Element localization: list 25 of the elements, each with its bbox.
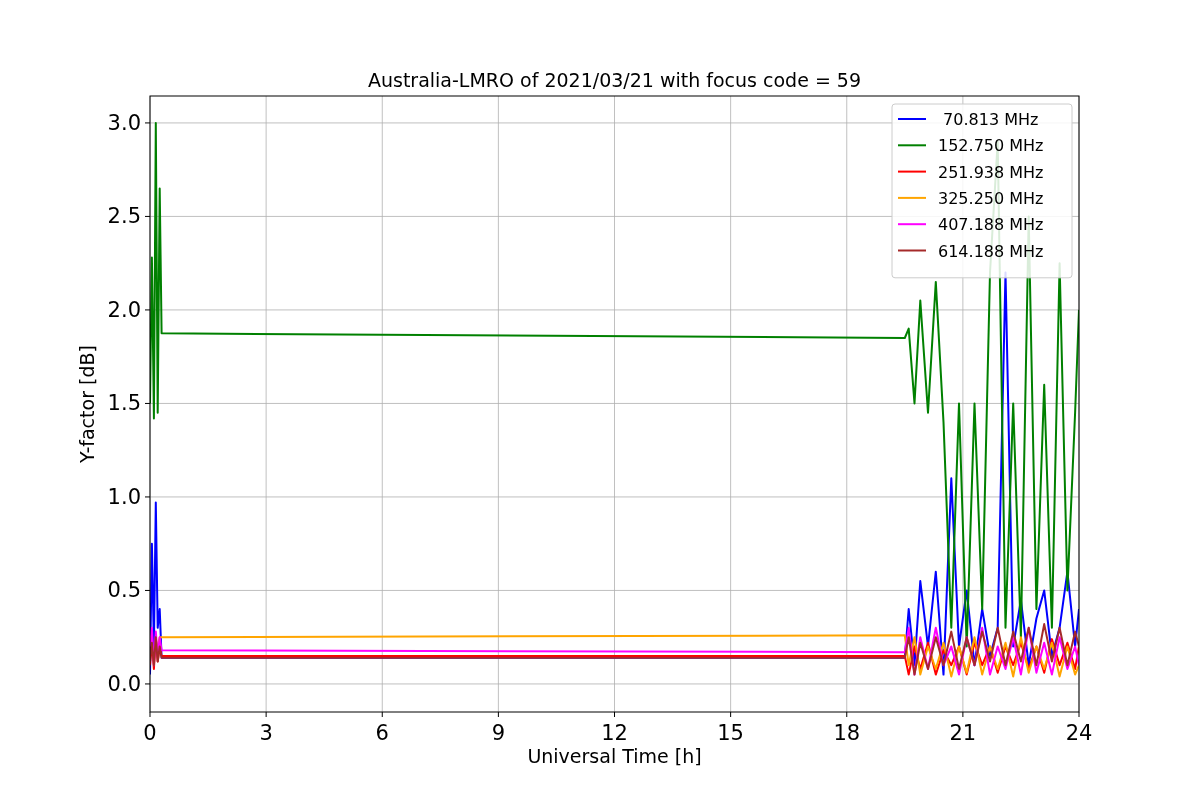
tick-label: 0: [143, 721, 157, 745]
legend-label: 407.188 MHz: [938, 215, 1044, 235]
tick-label: 24: [1065, 721, 1093, 745]
tick-label: 1.0: [107, 484, 141, 509]
legend-label: 70.813 MHz: [943, 110, 1039, 129]
tick-label: 1.5: [107, 391, 141, 416]
chart-title: Australia-LMRO of 2021/03/21 with focus code = 59: [367, 69, 862, 91]
tick-label: 15: [717, 721, 744, 745]
tick-label: 2.5: [107, 204, 141, 229]
tick-label: 3: [259, 721, 273, 745]
tick-label: 0.0: [107, 671, 141, 696]
legend-label: 152.750 MHz: [938, 136, 1044, 156]
tick-label: 21: [949, 721, 977, 745]
tick-label: 9: [491, 721, 506, 745]
axis-label: Universal Time [h]: [527, 745, 702, 767]
legend-label: 614.188 MHz: [938, 241, 1044, 261]
legend-label: 251.938 MHz: [938, 162, 1044, 182]
legend-label: 325.250 MHz: [938, 188, 1044, 208]
tick-label: 0.5: [107, 578, 141, 603]
tick-label: 12: [601, 721, 628, 745]
tick-label: 3.0: [107, 110, 141, 135]
tick-label: 18: [833, 721, 861, 745]
tick-label: 6: [375, 721, 389, 745]
tick-label: 2.0: [107, 297, 141, 322]
axis-label: Y-factor [dB]: [76, 345, 98, 463]
